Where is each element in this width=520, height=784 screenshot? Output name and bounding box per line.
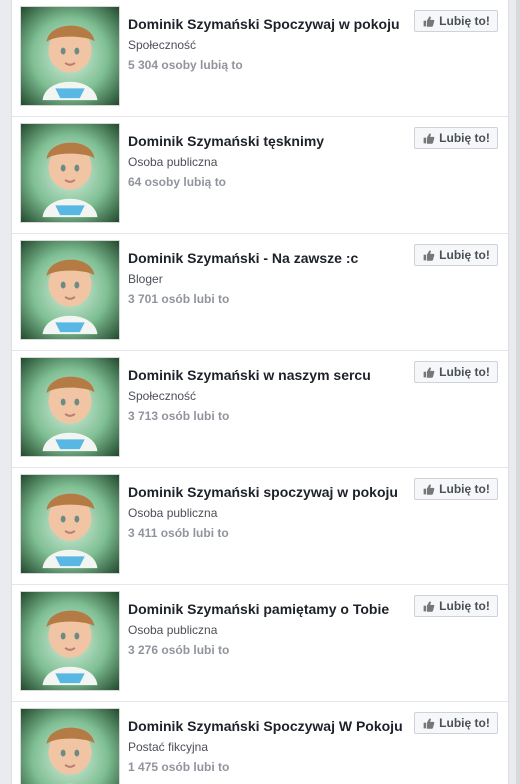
- profile-photo[interactable]: [20, 591, 120, 691]
- thumbs-up-icon: [422, 249, 435, 262]
- result-row[interactable]: Dominik Szymański - Na zawsze :c Bloger …: [12, 234, 508, 351]
- profile-photo-image: [21, 475, 119, 573]
- page-title[interactable]: Dominik Szymański - Na zawsze :c: [128, 250, 413, 266]
- like-button[interactable]: Lubię to!: [414, 244, 498, 266]
- profile-photo-image: [21, 124, 119, 222]
- result-row[interactable]: Dominik Szymański w naszym sercu Społecz…: [12, 351, 508, 468]
- like-button-label: Lubię to!: [439, 248, 490, 262]
- like-button[interactable]: Lubię to!: [414, 712, 498, 734]
- like-button[interactable]: Lubię to!: [414, 595, 498, 617]
- like-button-label: Lubię to!: [439, 599, 490, 613]
- like-button[interactable]: Lubię to!: [414, 10, 498, 32]
- page-category: Bloger: [128, 272, 163, 286]
- profile-photo-image: [21, 592, 119, 690]
- like-button-label: Lubię to!: [439, 131, 490, 145]
- thumbs-up-icon: [422, 717, 435, 730]
- profile-photo[interactable]: [20, 6, 120, 106]
- page-title[interactable]: Dominik Szymański pamiętamy o Tobie: [128, 601, 413, 617]
- page-category: Osoba publiczna: [128, 155, 218, 169]
- like-count: 3 276 osób lubi to: [128, 643, 230, 657]
- like-count: 5 304 osoby lubią to: [128, 58, 243, 72]
- like-button-label: Lubię to!: [439, 482, 490, 496]
- profile-photo[interactable]: [20, 708, 120, 784]
- thumbs-up-icon: [422, 600, 435, 613]
- page-search-results: Dominik Szymański Spoczywaj w pokoju Spo…: [0, 0, 520, 784]
- profile-photo-image: [21, 7, 119, 105]
- profile-photo-image: [21, 358, 119, 456]
- like-button-label: Lubię to!: [439, 365, 490, 379]
- page-title[interactable]: Dominik Szymański spoczywaj w pokoju: [128, 484, 413, 500]
- profile-photo-image: [21, 709, 119, 784]
- thumbs-up-icon: [422, 483, 435, 496]
- thumbs-up-icon: [422, 132, 435, 145]
- like-count: 3 701 osób lubi to: [128, 292, 230, 306]
- results-list: Dominik Szymański Spoczywaj w pokoju Spo…: [11, 0, 509, 784]
- like-count: 64 osoby lubią to: [128, 175, 227, 189]
- like-button[interactable]: Lubię to!: [414, 478, 498, 500]
- page-category: Społeczność: [128, 389, 197, 403]
- profile-photo-image: [21, 241, 119, 339]
- thumbs-up-icon: [422, 15, 435, 28]
- like-count: 3 713 osób lubi to: [128, 409, 230, 423]
- profile-photo[interactable]: [20, 123, 120, 223]
- profile-photo[interactable]: [20, 240, 120, 340]
- result-row[interactable]: Dominik Szymański Spoczywaj W Pokoju Pos…: [12, 702, 508, 784]
- like-count: 1 475 osób lubi to: [128, 760, 230, 774]
- page-category: Postać fikcyjna: [128, 740, 209, 754]
- thumbs-up-icon: [422, 366, 435, 379]
- page-title[interactable]: Dominik Szymański Spoczywaj w pokoju: [128, 16, 413, 32]
- page-title[interactable]: Dominik Szymański w naszym sercu: [128, 367, 413, 383]
- page-category: Osoba publiczna: [128, 623, 218, 637]
- result-row[interactable]: Dominik Szymański tęsknimy Osoba publicz…: [12, 117, 508, 234]
- result-row[interactable]: Dominik Szymański spoczywaj w pokoju Oso…: [12, 468, 508, 585]
- like-button-label: Lubię to!: [439, 14, 490, 28]
- profile-photo[interactable]: [20, 474, 120, 574]
- scrollbar-edge[interactable]: [516, 0, 520, 784]
- page-title[interactable]: Dominik Szymański tęsknimy: [128, 133, 413, 149]
- profile-photo[interactable]: [20, 357, 120, 457]
- like-button[interactable]: Lubię to!: [414, 127, 498, 149]
- page-category: Społeczność: [128, 38, 197, 52]
- like-button-label: Lubię to!: [439, 716, 490, 730]
- result-row[interactable]: Dominik Szymański Spoczywaj w pokoju Spo…: [12, 0, 508, 117]
- page-title[interactable]: Dominik Szymański Spoczywaj W Pokoju: [128, 718, 413, 734]
- like-button[interactable]: Lubię to!: [414, 361, 498, 383]
- page-category: Osoba publiczna: [128, 506, 218, 520]
- like-count: 3 411 osób lubi to: [128, 526, 229, 540]
- result-row[interactable]: Dominik Szymański pamiętamy o Tobie Osob…: [12, 585, 508, 702]
